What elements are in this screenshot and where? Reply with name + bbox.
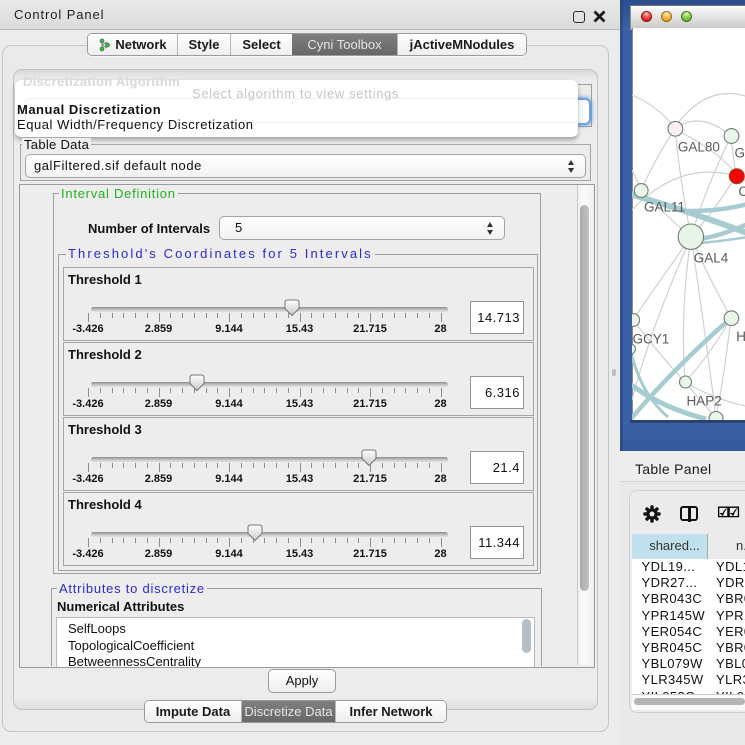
svg-text:GCY1: GCY1 — [633, 332, 670, 347]
svg-text:GAL11: GAL11 — [644, 200, 685, 215]
svg-text:HAP2: HAP2 — [687, 394, 722, 409]
svg-text:C: C — [738, 184, 745, 199]
svg-text:GAL80: GAL80 — [678, 140, 720, 155]
svg-text:H: H — [736, 329, 745, 344]
svg-text:GA: GA — [735, 146, 745, 161]
svg-text:GAL4: GAL4 — [694, 251, 729, 266]
